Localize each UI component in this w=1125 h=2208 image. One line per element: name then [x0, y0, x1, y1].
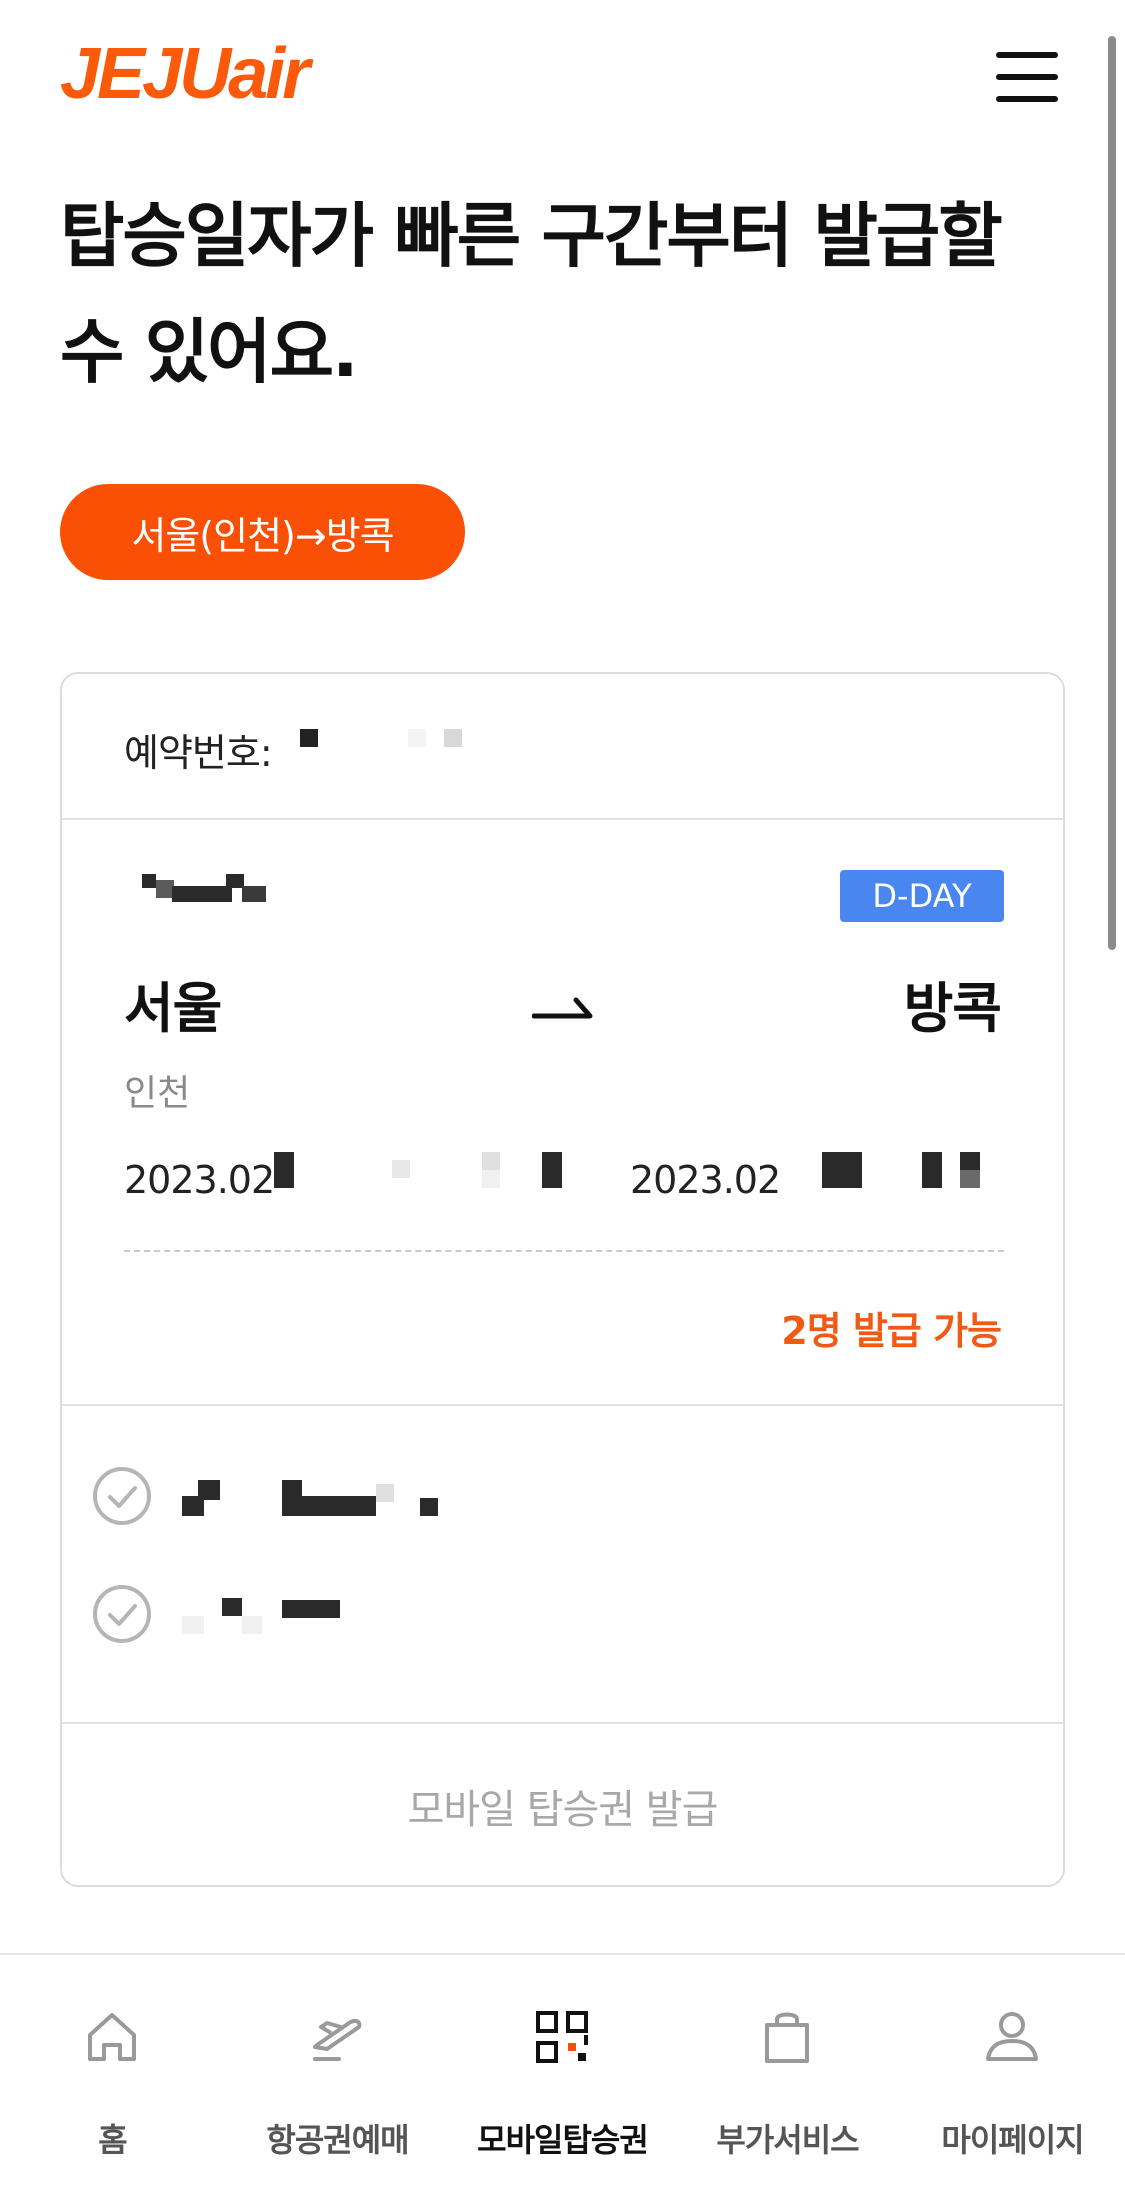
logo-jeju-text: JEJU [60, 34, 231, 114]
nav-item-home[interactable]: 홈 [0, 1955, 225, 2208]
flight-number-masked [142, 874, 277, 906]
dashed-divider [124, 1250, 1004, 1252]
passenger-row[interactable] [92, 1584, 992, 1648]
passenger-name-masked [182, 1480, 582, 1520]
card-divider [62, 1404, 1063, 1406]
card-divider [62, 818, 1063, 820]
nav-label-my-page: 마이페이지 [941, 2121, 1084, 2159]
nav-label-flight-booking: 항공권예매 [266, 2121, 409, 2159]
nav-label-home: 홈 [98, 2121, 127, 2159]
check-circle-icon[interactable] [92, 1584, 152, 1644]
airplane-ticket-icon [313, 2018, 362, 2061]
route-arrow-icon [532, 997, 593, 1019]
reservation-number-label: 예약번호: [124, 731, 273, 775]
passenger-row[interactable] [92, 1466, 992, 1530]
passenger-name-masked [182, 1598, 582, 1638]
route-chip[interactable]: 서울(인천)→방콕 [60, 484, 465, 580]
arrival-date: 2023.02 [630, 1158, 781, 1202]
issue-mobile-boarding-pass-button[interactable]: 모바일 탑승권 발급 [62, 1726, 1063, 1885]
departure-date: 2023.02 [124, 1158, 275, 1202]
reservation-number-masked [300, 729, 462, 755]
user-icon [986, 2012, 1038, 2061]
departure-airport: 인천 [124, 1073, 191, 1114]
page: JEJUair 탑승일자가 빠른 구간부터 발급할 수 있어요. 서울(인천)→… [0, 0, 1125, 2208]
d-day-badge: D-DAY [840, 870, 1004, 922]
scrollbar[interactable] [1108, 36, 1116, 950]
departure-city: 서울 [124, 977, 222, 1040]
arrival-city: 방콕 [903, 977, 1002, 1040]
nav-label-extra-services: 부가서비스 [716, 2121, 859, 2159]
nav-item-flight-booking[interactable]: 항공권예매 [225, 1955, 450, 2208]
card-divider [62, 1722, 1063, 1724]
hamburger-menu-icon[interactable] [990, 46, 1060, 108]
nav-item-my-page[interactable]: 마이페이지 [900, 1955, 1125, 2208]
logo-air-text: air [228, 34, 310, 114]
headline-line-1: 탑승일자가 빠른 구간부터 발급할 [60, 195, 1003, 277]
nav-item-extra-services[interactable]: 부가서비스 [675, 1955, 900, 2208]
nav-item-mobile-boarding-pass[interactable]: 모바일탑승권 [450, 1955, 675, 2208]
boarding-pass-card: 예약번호: D-DAY 서울 방콕 인천 2023.02 2023.02 2명 … [60, 672, 1065, 1887]
bottom-navigation: 홈 항공권예매 모바일탑승권 부가서비스 마이페이지 [0, 1953, 1125, 2208]
shopping-bag-icon [765, 2012, 809, 2063]
qr-code-icon [536, 2011, 588, 2063]
check-circle-icon[interactable] [92, 1466, 152, 1526]
nav-label-mobile-boarding-pass: 모바일탑승권 [477, 2121, 649, 2159]
home-icon [88, 2013, 136, 2061]
jejuair-logo[interactable]: JEJUair [60, 38, 310, 110]
headline-line-2: 수 있어요. [60, 311, 359, 393]
issuable-count: 2명 발급 가능 [781, 1309, 1002, 1353]
page-headline: 탑승일자가 빠른 구간부터 발급할 수 있어요. [60, 178, 1060, 410]
